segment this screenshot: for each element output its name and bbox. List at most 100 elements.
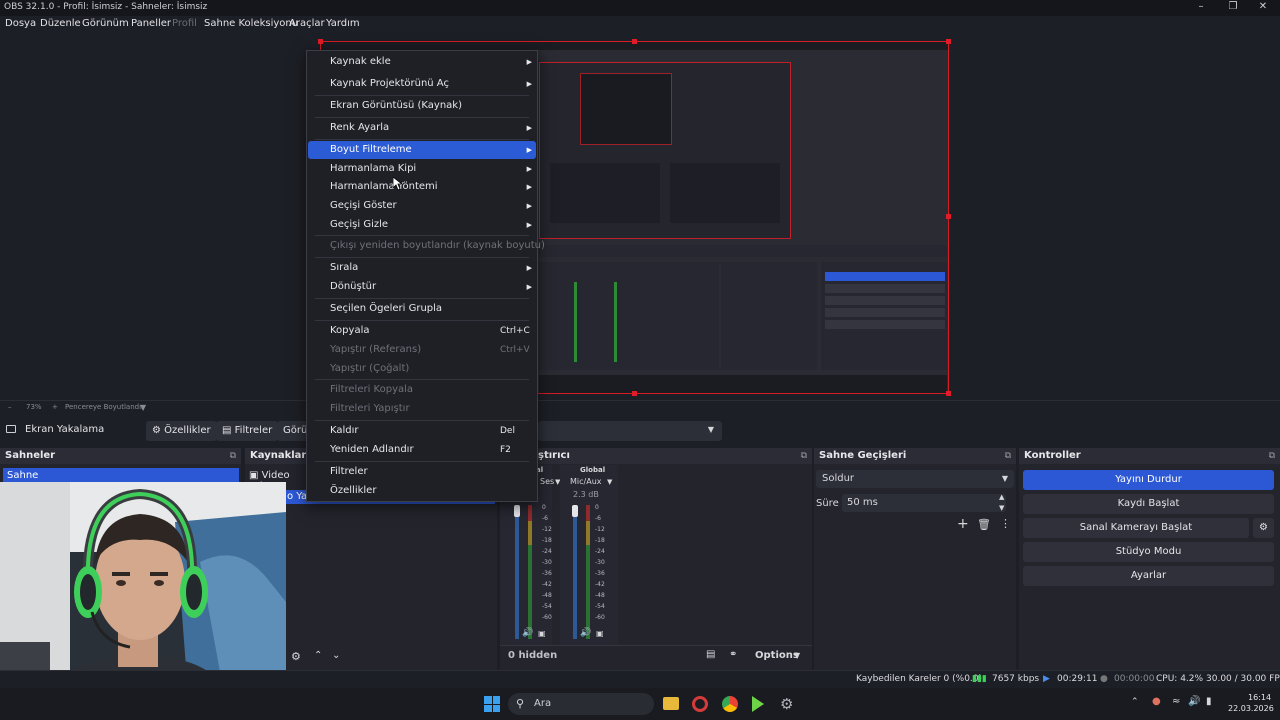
menu-item-hide-transition[interactable]: Geçişi Gizle ▶ — [308, 216, 536, 234]
transform-handle[interactable] — [318, 39, 323, 44]
move-up-icon[interactable]: ⌃ — [314, 650, 322, 661]
menu-scene-collection[interactable]: Sahne Koleksiyonu — [204, 18, 298, 29]
menu-item-filters[interactable]: Filtreler — [308, 463, 536, 481]
menu-edit[interactable]: Düzenle — [40, 18, 81, 29]
speaker-icon[interactable]: 🔊 — [522, 628, 533, 638]
menu-item-paste-duplicate[interactable]: Yapıştır (Çoğalt) — [308, 360, 536, 378]
menu-item-resize-output[interactable]: Çıkışı yeniden boyutlandır (kaynak boyut… — [308, 237, 545, 255]
menu-item-rename[interactable]: Yeniden Adlandır F2 — [308, 441, 536, 459]
tray-chevron-icon[interactable]: ⌃ — [1131, 697, 1139, 707]
menu-item-add-source[interactable]: Kaynak ekle ▶ — [308, 53, 536, 71]
maximize-button[interactable]: ❐ — [1218, 0, 1248, 16]
source-dropdown[interactable]: ▼ — [538, 421, 722, 441]
lock-icon[interactable]: ▣ — [538, 629, 546, 638]
menu-item-paste-filters[interactable]: Filtreleri Yapıştır — [308, 400, 536, 418]
clock-date[interactable]: 22.03.2026 — [1228, 704, 1274, 713]
menu-item-transform[interactable]: Dönüştür ▶ — [308, 278, 536, 296]
menu-tools[interactable]: Araçlar — [289, 18, 325, 29]
battery-icon[interactable]: ▮ — [1206, 696, 1212, 707]
virtualcam-settings-button[interactable]: ⚙ — [1253, 518, 1274, 538]
channel-device[interactable]: Ses — [540, 477, 554, 486]
speaker-icon[interactable]: 🔊 — [580, 628, 591, 638]
menu-item-copy[interactable]: Kopyala Ctrl+C — [308, 322, 536, 340]
settings-gear-icon[interactable]: ⚙ — [780, 696, 793, 712]
settings-button[interactable]: Ayarlar — [1023, 566, 1274, 586]
menu-item-blend-method[interactable]: Harmanlama Yöntemi ▶ — [308, 178, 536, 196]
clock-time[interactable]: 16:14 — [1248, 693, 1271, 702]
transform-handle[interactable] — [946, 391, 951, 396]
stop-stream-button[interactable]: Yayını Durdur — [1023, 470, 1274, 490]
popout-icon[interactable]: ⧉ — [230, 448, 236, 464]
menu-file[interactable]: Dosya — [5, 18, 36, 29]
layout-icon[interactable]: ▤ — [706, 649, 715, 660]
menu-item-order[interactable]: Sırala ▶ — [308, 259, 536, 277]
menu-item-show-transition[interactable]: Geçişi Göster ▶ — [308, 197, 536, 215]
menu-item-copy-filters[interactable]: Filtreleri Kopyala — [308, 381, 536, 399]
controls-header: Kontroller ⧉ — [1019, 448, 1280, 464]
start-virtualcam-button[interactable]: Sanal Kamerayı Başlat — [1023, 518, 1249, 538]
menu-item-group-selected[interactable]: Seçilen Ögeleri Grupla — [308, 300, 536, 318]
minimize-button[interactable]: – — [1186, 0, 1216, 16]
wifi-icon[interactable]: ≈ — [1172, 696, 1180, 707]
duration-input[interactable]: 50 ms — [842, 494, 1006, 512]
start-record-button[interactable]: Kaydı Başlat — [1023, 494, 1274, 514]
spin-up-icon[interactable]: ▲ — [999, 493, 1004, 501]
menu-profile[interactable]: Profil — [172, 18, 197, 29]
menu-item-screenshot-source[interactable]: Ekran Görüntüsü (Kaynak) — [308, 97, 536, 115]
transform-handle[interactable] — [632, 391, 637, 396]
db-scale: 0 -6 -12 -18 -24 -30 -36 -42 -48 -54 -60 — [595, 504, 605, 621]
gear-icon[interactable]: ⚙ — [291, 650, 301, 663]
transform-handle[interactable] — [946, 39, 951, 44]
transform-handle[interactable] — [632, 39, 637, 44]
zoom-in-icon[interactable]: + — [52, 403, 58, 411]
channel-db: 2.3 dB — [573, 490, 599, 499]
menu-separator — [315, 420, 529, 421]
menu-item-open-source-projector[interactable]: Kaynak Projektörünü Aç ▶ — [308, 75, 536, 93]
add-icon[interactable]: + — [957, 516, 969, 532]
more-icon[interactable]: ⋮ — [1000, 517, 1011, 530]
volume-icon[interactable]: 🔊 — [1188, 696, 1200, 707]
menu-item-color-adjust[interactable]: Renk Ayarla ▶ — [308, 119, 536, 137]
menu-help[interactable]: Yardım — [326, 18, 360, 29]
app-icon[interactable] — [692, 696, 708, 712]
properties-button[interactable]: ⚙ Özellikler — [146, 421, 217, 441]
chrome-icon[interactable] — [722, 696, 738, 712]
transition-select[interactable]: Soldur ▼ — [816, 470, 1014, 488]
spin-down-icon[interactable]: ▼ — [999, 504, 1004, 512]
volume-slider[interactable] — [514, 505, 520, 517]
menu-item-remove[interactable]: Kaldır Del — [308, 422, 536, 440]
mixer-options-button[interactable]: Options — [755, 650, 799, 661]
popout-icon[interactable]: ⧉ — [801, 448, 807, 464]
studio-mode-button[interactable]: Stüdyo Modu — [1023, 542, 1274, 562]
link-icon[interactable]: ⚭ — [729, 649, 737, 660]
menu-docks[interactable]: Paneller — [131, 18, 171, 29]
lock-icon[interactable]: ▣ — [596, 629, 604, 638]
folder-icon[interactable] — [663, 697, 679, 710]
close-button[interactable]: ✕ — [1248, 0, 1278, 16]
zoom-out-icon[interactable]: – — [8, 403, 12, 411]
chevron-down-icon[interactable]: ▼ — [794, 651, 800, 660]
mouse-cursor-icon — [393, 177, 403, 191]
chevron-down-icon[interactable]: ▼ — [607, 478, 612, 486]
menu-item-blend-mode[interactable]: Harmanlama Kipi ▶ — [308, 160, 536, 178]
transform-handle[interactable] — [946, 214, 951, 219]
zoom-fit-label[interactable]: Pencereye Boyutlandır — [65, 403, 144, 411]
windows-start-icon[interactable] — [484, 696, 500, 712]
scene-item[interactable]: Sahne — [3, 468, 239, 483]
menu-item-paste-reference[interactable]: Yapıştır (Referans) Ctrl+V — [308, 341, 536, 359]
volume-slider[interactable] — [572, 505, 578, 517]
channel-device[interactable]: Mic/Aux — [570, 477, 602, 486]
menu-item-scale-filtering[interactable]: Boyut Filtreleme ▶ — [308, 141, 536, 159]
menu-item-properties[interactable]: Özellikler — [308, 482, 536, 500]
chevron-down-icon[interactable]: ▼ — [140, 403, 146, 412]
media-app-icon[interactable] — [752, 696, 764, 712]
taskbar-search[interactable]: ⚲ Ara — [508, 693, 654, 715]
menu-view[interactable]: Görünüm — [82, 18, 129, 29]
submenu-arrow-icon: ▶ — [526, 58, 532, 66]
popout-icon[interactable]: ⧉ — [1005, 448, 1011, 464]
popout-icon[interactable]: ⧉ — [1269, 448, 1275, 464]
trash-icon[interactable]: 🗑 — [977, 518, 991, 531]
mic-icon[interactable]: ● — [1152, 696, 1161, 707]
move-down-icon[interactable]: ⌄ — [332, 650, 340, 661]
filters-button[interactable]: ▤ Filtreler — [216, 421, 279, 441]
